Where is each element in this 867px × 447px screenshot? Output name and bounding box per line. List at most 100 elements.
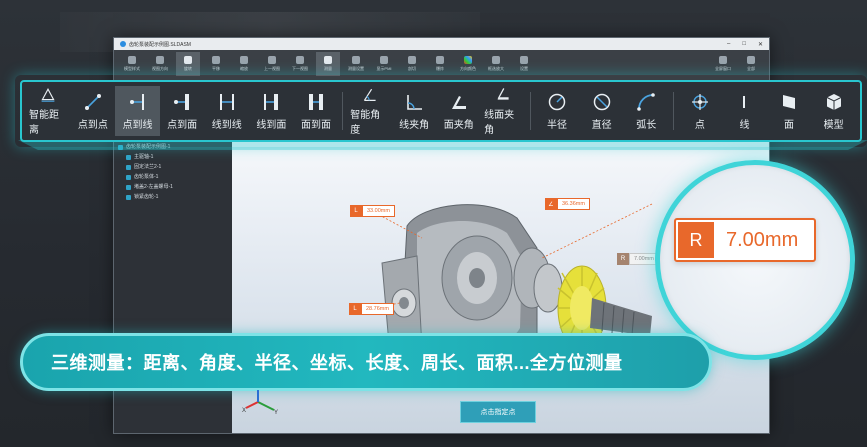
measure-tool-arc-length[interactable]: 弧长 xyxy=(624,86,669,136)
smart-angle-icon xyxy=(363,88,376,101)
tree-checkbox[interactable] xyxy=(126,174,131,180)
smart-distance-icon xyxy=(41,88,55,102)
measure-tag: L xyxy=(350,205,362,217)
measure-value: 33.00mm xyxy=(362,205,395,217)
main-tool-9[interactable]: 显示PMI xyxy=(372,52,396,76)
main-tool-icon xyxy=(184,56,192,64)
tree-item[interactable]: 锁紧齿轮-1 xyxy=(118,192,173,202)
measure-tool-radius[interactable]: 半径 xyxy=(535,86,580,136)
main-tool-5[interactable]: 上一视图 xyxy=(260,52,284,76)
measure-tool-point-to-line[interactable]: 点到线 xyxy=(115,86,160,136)
banner-text: 三维测量：距离、角度、半径、坐标、长度、周长、面积...全方位测量 xyxy=(51,353,623,373)
measure-tool-line-face-angle[interactable]: 线面夹角 xyxy=(481,86,526,136)
measure-tool-model[interactable]: 模型 xyxy=(811,86,856,136)
main-tool-label: 测量 xyxy=(324,66,332,71)
main-tool-6[interactable]: 下一视图 xyxy=(288,52,312,76)
close-icon[interactable]: ✕ xyxy=(758,41,763,48)
main-tool-10[interactable]: 剖切 xyxy=(400,52,424,76)
measure-label-radius[interactable]: R 7.00mm xyxy=(617,253,659,265)
main-tool-label: 平移 xyxy=(212,66,220,71)
window-title: 齿轮泵装配示例图.SLDASM xyxy=(129,41,191,48)
main-tool-icon xyxy=(464,56,472,64)
main-tool-icon xyxy=(156,56,164,64)
main-tool-1[interactable]: 视图方向 xyxy=(148,52,172,76)
main-tool-12[interactable]: 方向颜色 xyxy=(456,52,480,76)
main-tool-label: 设置 xyxy=(520,66,528,71)
line-angle-icon xyxy=(407,94,423,110)
measure-tool-face[interactable]: 面 xyxy=(767,86,812,136)
measure-tool-point-to-point[interactable]: 点到点 xyxy=(71,86,116,136)
measure-label-distance-2[interactable]: L 28.76mm xyxy=(349,303,394,315)
measure-tool-line-angle[interactable]: 线夹角 xyxy=(392,86,437,136)
measure-tool-face-angle[interactable]: 面夹角 xyxy=(436,86,481,136)
tree-item[interactable]: 堵盖2-左盖螺母-1 xyxy=(118,182,173,192)
main-tool-2[interactable]: 旋转 xyxy=(176,52,200,76)
tree-item[interactable]: 固定法兰2-1 xyxy=(118,162,173,172)
measure-tool-label: 模型 xyxy=(823,119,844,131)
maximize-icon[interactable]: □ xyxy=(742,41,746,48)
main-toolbar: 模型样式 视图方向 旋转 平移 缩放 上一视图 下一视图 测量 测量设置 显示PMI 剖切 爆炸 方向颜… xyxy=(114,50,769,76)
title-bar: 齿轮泵装配示例图.SLDASM – □ ✕ xyxy=(114,38,769,50)
main-tool-8[interactable]: 测量设置 xyxy=(344,52,368,76)
tree-checkbox[interactable] xyxy=(126,184,131,190)
measure-tool-label: 半径 xyxy=(547,119,567,131)
main-tool-11[interactable]: 爆炸 xyxy=(428,52,452,76)
measure-tag: ∠ xyxy=(545,198,557,210)
model-icon xyxy=(826,93,841,110)
point-to-point-icon xyxy=(84,93,101,110)
measure-tool-smart-distance[interactable]: 智能距离 xyxy=(26,86,71,136)
main-tool-14[interactable]: 设置 xyxy=(512,52,536,76)
main-tool-13[interactable]: 框选放大 xyxy=(484,52,508,76)
tree-checkbox[interactable] xyxy=(126,164,131,170)
measure-tool-line-to-face[interactable]: 线到面 xyxy=(249,86,294,136)
zoom-callout-value: R 7.00mm xyxy=(674,218,816,262)
measure-tool-smart-angle[interactable]: 智能角度 xyxy=(347,86,392,136)
right-tool-0[interactable]: 全屏窗口 xyxy=(711,52,735,76)
main-tool-3[interactable]: 平移 xyxy=(204,52,228,76)
main-tool-label: 上一视图 xyxy=(264,66,280,71)
main-tool-icon xyxy=(352,56,360,64)
measure-tool-label: 面夹角 xyxy=(443,119,474,131)
measure-label-distance-1[interactable]: L 33.00mm xyxy=(350,205,395,217)
right-tool-icon xyxy=(719,56,727,64)
measure-tool-label: 直径 xyxy=(591,119,612,131)
line-face-angle-icon xyxy=(497,88,509,100)
right-tool-1[interactable]: 全部 xyxy=(739,52,763,76)
model-tree: 齿轮泵装配示例图-1 主驱轴-1 固定法兰2-1 齿轮泵体-1 堵盖2-左盖螺母-1 锁紧… xyxy=(118,142,173,202)
tree-item[interactable]: 齿轮泵体-1 xyxy=(118,172,173,182)
tree-checkbox[interactable] xyxy=(126,154,131,160)
measure-tool-face-to-face[interactable]: 面到面 xyxy=(294,86,339,136)
measure-tool-line[interactable]: 线 xyxy=(722,86,767,136)
main-tool-label: 旋转 xyxy=(184,66,192,71)
main-tool-7[interactable]: 测量 xyxy=(316,52,340,76)
main-tool-icon xyxy=(492,56,500,64)
toolbar-separator xyxy=(529,92,531,130)
measure-tool-label: 智能角度 xyxy=(350,110,381,136)
measure-tool-label: 面到面 xyxy=(300,119,331,131)
line-icon xyxy=(743,95,746,108)
measure-tool-point-to-face[interactable]: 点到面 xyxy=(160,86,205,136)
measure-label-angle[interactable]: ∠ 36.36mm xyxy=(545,198,590,210)
measure-tool-point[interactable]: 点 xyxy=(678,86,723,136)
minimize-icon[interactable]: – xyxy=(727,41,730,48)
right-tool-label: 全屏窗口 xyxy=(715,66,731,71)
main-tool-icon xyxy=(296,56,304,64)
main-tool-icon xyxy=(128,56,136,64)
tree-item-label: 堵盖2-左盖螺母-1 xyxy=(134,184,173,190)
tree-item[interactable]: 主驱轴-1 xyxy=(118,152,173,162)
main-tool-label: 剖切 xyxy=(408,66,416,71)
main-tool-0[interactable]: 模型样式 xyxy=(120,52,144,76)
measure-tool-label: 线到线 xyxy=(211,119,242,131)
main-tool-4[interactable]: 缩放 xyxy=(232,52,256,76)
measure-tool-line-to-line[interactable]: 线到线 xyxy=(204,86,249,136)
diameter-icon xyxy=(593,93,610,110)
tree-checkbox[interactable] xyxy=(126,194,131,200)
measure-value: 28.76mm xyxy=(361,303,394,315)
main-tool-icon xyxy=(324,56,332,64)
measure-tool-label: 点到点 xyxy=(77,119,108,131)
measure-tool-diameter[interactable]: 直径 xyxy=(579,86,624,136)
right-tool-label: 全部 xyxy=(747,66,755,71)
axis-x-label: X xyxy=(242,408,246,414)
measure-tool-label: 点到线 xyxy=(122,119,153,131)
pick-point-button[interactable]: 点击指定点 xyxy=(460,401,536,423)
